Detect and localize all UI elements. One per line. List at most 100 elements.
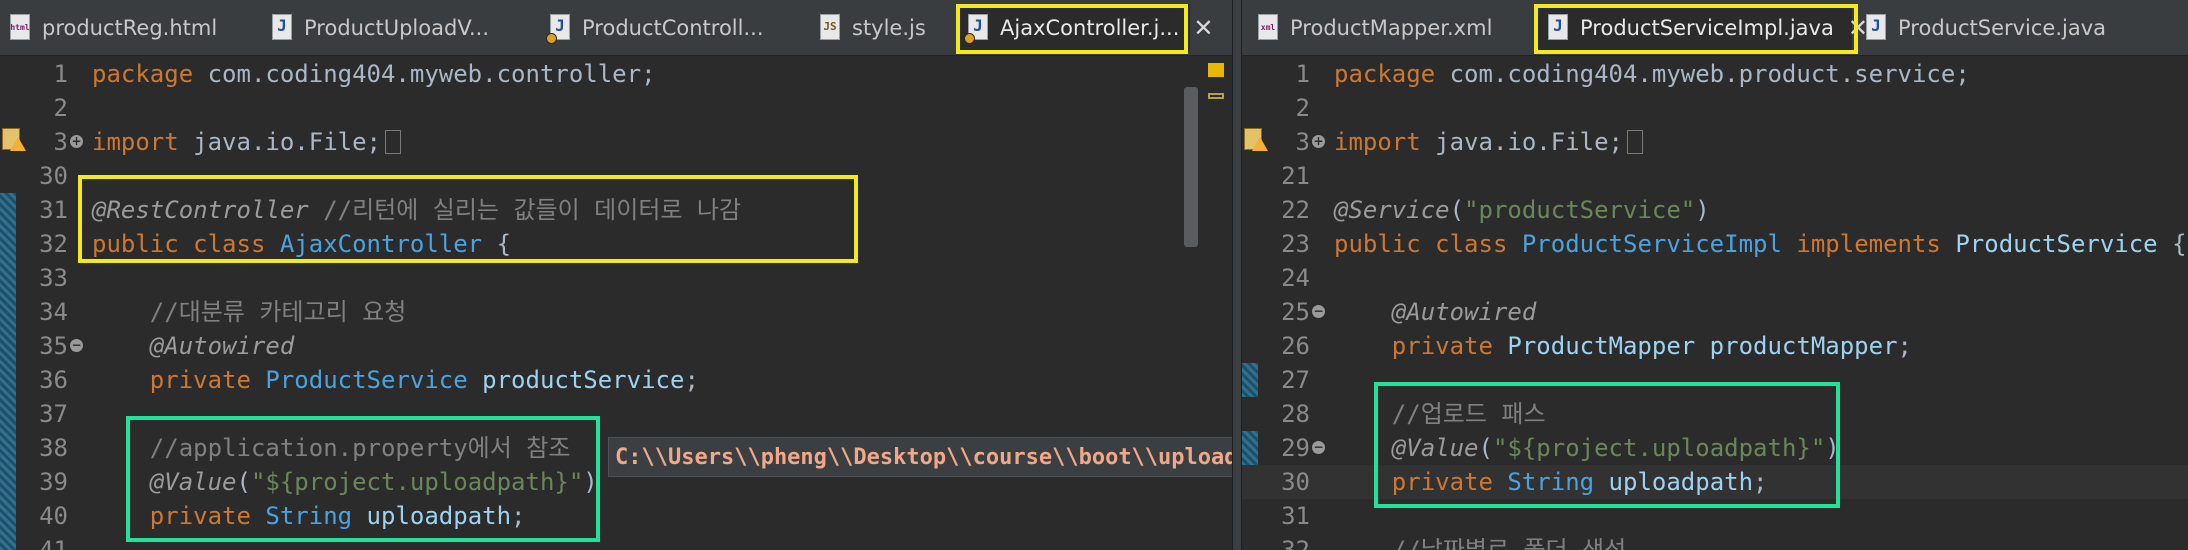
code-line: 3 + import java.io.File; bbox=[0, 125, 1232, 159]
code-token: //업로드 패스 bbox=[1334, 400, 1546, 428]
code-token: @RestController bbox=[92, 196, 324, 224]
right-tab-productservice-java[interactable]: J ProductService.java bbox=[1856, 4, 2146, 52]
code-line: 1 package com.coding404.myweb.product.ser… bbox=[1242, 57, 2188, 91]
code-line: 34 //대분류 카테고리 요청 bbox=[0, 295, 1232, 329]
code-line: 26 private ProductMapper productMapper; bbox=[1242, 329, 2188, 363]
left-tab-productcontroll[interactable]: J ProductControll... bbox=[540, 4, 802, 52]
code-line: 32 public class AjaxController { bbox=[0, 227, 1232, 261]
code-line: 3 + import java.io.File; bbox=[1242, 125, 2188, 159]
warning-overview-marker[interactable] bbox=[1208, 63, 1224, 77]
code-text[interactable]: public class ProductServiceImpl implemen… bbox=[1334, 227, 2187, 261]
left-scrollbar-thumb[interactable] bbox=[1184, 87, 1198, 247]
code-token: AjaxController bbox=[279, 230, 497, 258]
code-token: String bbox=[265, 502, 367, 530]
line-number: 29 bbox=[1281, 434, 1310, 462]
folded-imports-box[interactable] bbox=[1627, 130, 1643, 154]
code-text[interactable]: //대분류 카테고리 요청 bbox=[92, 295, 407, 329]
line-number: 32 bbox=[1281, 536, 1310, 550]
right-tab-bar: xml ProductMapper.xml J ProductServiceImpl.… bbox=[1242, 0, 2188, 56]
right-code-editor[interactable]: 1 package com.coding404.myweb.product.ser… bbox=[1242, 57, 2188, 550]
code-text[interactable]: @Autowired bbox=[92, 329, 295, 363]
code-token: { bbox=[2172, 230, 2187, 258]
code-text[interactable]: import java.io.File; bbox=[1334, 125, 1643, 159]
line-number: 32 bbox=[39, 230, 68, 258]
right-tab-productmapper-xml[interactable]: xml ProductMapper.xml bbox=[1248, 4, 1528, 52]
code-line: 1 package com.coding404.myweb.controller; bbox=[0, 57, 1232, 91]
collapse-fold-icon[interactable]: − bbox=[1312, 441, 1325, 454]
right-tab-productserviceimpl-java[interactable]: J ProductServiceImpl.java ✕ bbox=[1538, 4, 1868, 52]
tab-label: ProductService.java bbox=[1898, 16, 2107, 40]
code-text[interactable]: @Autowired bbox=[1334, 295, 1537, 329]
left-tab-style-js[interactable]: JS style.js bbox=[810, 4, 950, 52]
collapse-fold-icon[interactable]: − bbox=[1312, 305, 1325, 318]
tab-label: ProductUploadV... bbox=[304, 16, 490, 40]
line-number: 28 bbox=[1281, 400, 1310, 428]
code-text[interactable]: private String uploadpath; bbox=[1334, 465, 1768, 499]
left-tab-productuploadv[interactable]: J ProductUploadV... bbox=[262, 4, 532, 52]
code-line: 37 bbox=[0, 397, 1232, 431]
code-token: import bbox=[92, 128, 194, 156]
code-text[interactable]: package com.coding404.myweb.product.serv… bbox=[1334, 57, 1970, 91]
code-text[interactable]: private ProductMapper productMapper; bbox=[1334, 329, 1912, 363]
line-number: 39 bbox=[39, 468, 68, 496]
line-number: 2 bbox=[1295, 94, 1310, 122]
code-text[interactable]: private ProductService productService; bbox=[92, 363, 699, 397]
code-text[interactable]: private String uploadpath; bbox=[92, 499, 526, 533]
line-number: 27 bbox=[1281, 366, 1310, 394]
code-text[interactable]: //업로드 패스 bbox=[1334, 397, 1546, 431]
code-token: ) bbox=[1695, 196, 1710, 224]
java-file-icon: J bbox=[1866, 14, 1888, 42]
code-line: 24 bbox=[1242, 261, 2188, 295]
left-tab-productreg-html[interactable]: html productReg.html bbox=[0, 4, 250, 52]
left-tab-bar: html productReg.html J ProductUploadV... J Pr… bbox=[0, 0, 1232, 56]
line-number: 40 bbox=[39, 502, 68, 530]
line-number: 33 bbox=[39, 264, 68, 292]
editor-split-sash[interactable] bbox=[1232, 0, 1242, 550]
line-number: 21 bbox=[1281, 162, 1310, 190]
code-line: 36 private ProductService productService… bbox=[0, 363, 1232, 397]
left-tab-ajaxcontroller-j[interactable]: J AjaxController.j... ✕ bbox=[958, 4, 1214, 52]
code-line: 33 bbox=[0, 261, 1232, 295]
occurrence-overview-marker[interactable] bbox=[1208, 93, 1224, 99]
code-token: @Value bbox=[92, 468, 237, 496]
code-token: private bbox=[92, 366, 266, 394]
code-line: 23 public class ProductServiceImpl implem… bbox=[1242, 227, 2188, 261]
code-text[interactable]: //날짜별로 폴더 생성 bbox=[1334, 533, 1626, 550]
code-text[interactable]: @Value("${project.uploadpath}") bbox=[1334, 431, 1840, 465]
java-file-warning-icon: J bbox=[546, 14, 572, 44]
code-text[interactable]: import java.io.File; bbox=[92, 125, 401, 159]
line-number: 1 bbox=[53, 60, 68, 88]
code-token: "productService" bbox=[1464, 196, 1696, 224]
line-number: 31 bbox=[1281, 502, 1310, 530]
xml-file-icon: xml bbox=[1258, 14, 1280, 42]
left-editor-pane: html productReg.html J ProductUploadV... J Pr… bbox=[0, 0, 1232, 550]
line-number: 41 bbox=[39, 536, 68, 550]
warning-icon[interactable] bbox=[1244, 128, 1268, 154]
right-editor-pane: xml ProductMapper.xml J ProductServiceImpl.… bbox=[1242, 0, 2188, 550]
tab-label: style.js bbox=[852, 16, 926, 40]
code-text[interactable]: @Value("${project.uploadpath}") bbox=[92, 465, 598, 499]
code-line: 35− @Autowired bbox=[0, 329, 1232, 363]
code-text[interactable]: //application.property에서 참조 bbox=[92, 431, 571, 465]
code-line: 21 bbox=[1242, 159, 2188, 193]
code-text[interactable]: @Service("productService") bbox=[1334, 193, 1710, 227]
code-text[interactable]: public class AjaxController { bbox=[92, 227, 511, 261]
code-text[interactable]: package com.coding404.myweb.controller; bbox=[92, 57, 656, 91]
expand-fold-icon[interactable]: + bbox=[1312, 135, 1325, 148]
code-text[interactable]: @RestController //리턴에 실리는 값들이 데이터로 나감 bbox=[92, 193, 741, 227]
code-token: public class bbox=[92, 230, 280, 258]
code-token: ( bbox=[236, 468, 251, 496]
line-number: 23 bbox=[1281, 230, 1310, 258]
code-line: 31 @RestController //리턴에 실리는 값들이 데이터로 나감 bbox=[0, 193, 1232, 227]
code-token: import bbox=[1334, 128, 1436, 156]
line-number: 24 bbox=[1281, 264, 1310, 292]
line-number: 35 bbox=[39, 332, 68, 360]
warning-icon[interactable] bbox=[2, 128, 26, 154]
variable-value-hover-tooltip: C:\\Users\\pheng\\Desktop\\course\\boot\… bbox=[608, 437, 1232, 477]
tab-label: AjaxController.j... bbox=[1000, 16, 1180, 40]
collapse-fold-icon[interactable]: − bbox=[70, 339, 83, 352]
folded-imports-box[interactable] bbox=[385, 130, 401, 154]
code-token: com.coding404.myweb.controller; bbox=[207, 60, 656, 88]
close-tab-icon[interactable]: ✕ bbox=[1193, 14, 1213, 42]
expand-fold-icon[interactable]: + bbox=[70, 135, 83, 148]
